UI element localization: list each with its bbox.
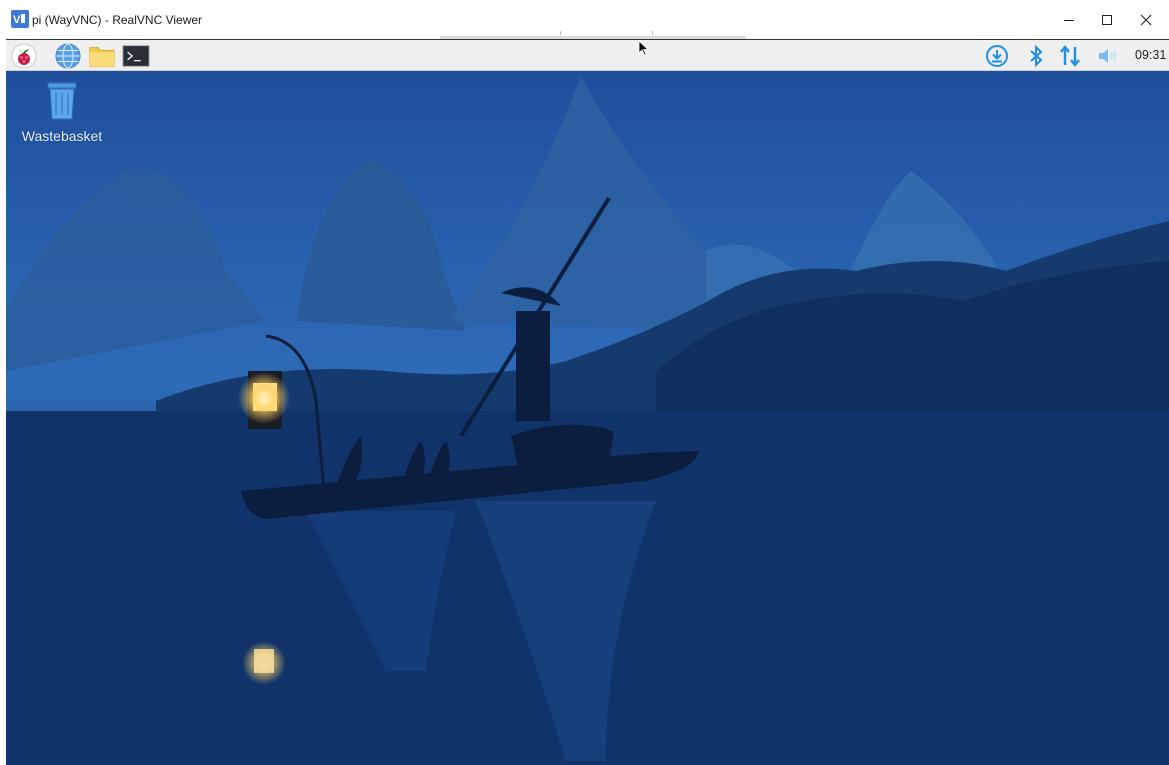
mouse-cursor-icon (638, 40, 650, 56)
close-icon (1140, 14, 1152, 26)
maximize-icon (1102, 15, 1112, 25)
wastebasket-desktop-icon[interactable]: Wastebasket (14, 81, 110, 144)
realvnc-icon: V (11, 10, 29, 28)
desktop-panel: 09:31 (6, 39, 1169, 71)
bluetooth-icon (1030, 44, 1043, 68)
web-browser-icon (55, 43, 81, 69)
wastebasket-icon (47, 82, 77, 120)
wallpaper-image (6, 71, 1169, 765)
terminal-button[interactable] (122, 42, 150, 70)
desktop-area[interactable]: Wastebasket (6, 71, 1169, 765)
minimize-icon (1064, 20, 1074, 21)
volume-icon (1099, 49, 1116, 63)
file-manager-button[interactable] (88, 42, 116, 70)
window-title-bar[interactable]: V pi (WayVNC) - RealVNC Viewer (0, 0, 1169, 39)
terminal-icon (122, 45, 150, 67)
panel-clock[interactable]: 09:31 (1135, 48, 1166, 62)
window-title: pi (WayVNC) - RealVNC Viewer (32, 13, 203, 27)
network-arrows-icon (1060, 45, 1080, 67)
svg-text:V: V (13, 14, 21, 26)
volume-button[interactable] (1094, 42, 1122, 70)
web-browser-button[interactable] (54, 42, 82, 70)
close-button[interactable] (1123, 6, 1169, 34)
network-button[interactable] (1056, 42, 1084, 70)
updates-button[interactable] (983, 42, 1011, 70)
file-manager-icon (89, 47, 115, 67)
raspberry-menu-button[interactable] (10, 42, 38, 70)
raspberry-menu-icon (11, 43, 37, 69)
bluetooth-button[interactable] (1022, 42, 1050, 70)
updates-download-icon (986, 45, 1008, 67)
desktop-icon-label: Wastebasket (21, 128, 103, 144)
